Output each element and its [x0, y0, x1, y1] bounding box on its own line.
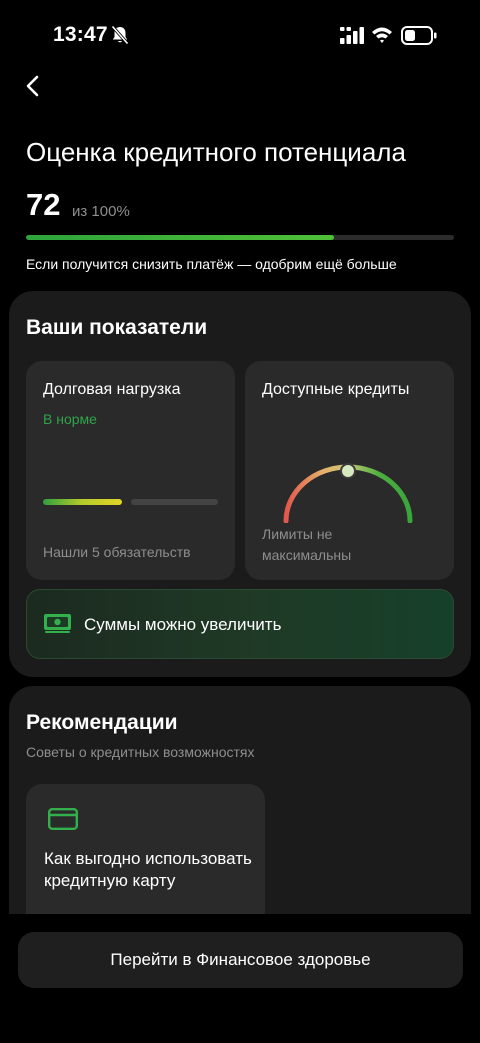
- debt-load-title: Долговая нагрузка: [43, 381, 181, 398]
- status-bar: 13:47: [0, 0, 480, 70]
- status-time: 13:47: [53, 23, 108, 46]
- bell-off-icon: [111, 25, 129, 45]
- battery-icon: [401, 26, 437, 45]
- back-button[interactable]: [18, 70, 48, 102]
- screen: 13:47 Оценка кредитного потенциала 72 из…: [0, 0, 480, 1043]
- recommendations-title: Рекомендации: [26, 711, 178, 734]
- credit-card-icon: [48, 808, 78, 830]
- increase-amounts-banner[interactable]: Суммы можно увеличить: [26, 589, 454, 659]
- financial-health-button[interactable]: Перейти в Финансовое здоровье: [18, 932, 463, 988]
- wifi-icon: [372, 27, 392, 43]
- available-credits-title: Доступные кредиты: [262, 381, 410, 398]
- debt-load-tile[interactable]: Долговая нагрузка В норме Нашли 5 обязат…: [26, 361, 235, 580]
- debt-load-footnote: Нашли 5 обязательств: [43, 544, 191, 560]
- recommendations-card: Рекомендации Советы о кредитных возможно…: [9, 686, 471, 946]
- hint-text: Если получится снизить платёж — одобрим …: [26, 256, 397, 272]
- available-credits-footnote: Лимиты не максимальны: [262, 526, 352, 563]
- debt-load-status: В норме: [43, 411, 97, 427]
- gauge-marker: [340, 463, 356, 479]
- score-progress-fill: [26, 235, 335, 240]
- banknote-icon: [44, 614, 71, 633]
- page-title: Оценка кредитного потенциала: [26, 137, 406, 167]
- chevron-left-icon: [26, 75, 39, 97]
- indicators-title: Ваши показатели: [26, 316, 208, 339]
- available-credits-tile[interactable]: Доступные кредиты Лимиты не максимальны: [245, 361, 454, 580]
- score-progress-bar: [26, 235, 454, 240]
- score-total: из 100%: [72, 203, 130, 220]
- debt-load-bar-fill: [43, 499, 122, 505]
- score-value: 72: [26, 187, 61, 222]
- credit-gauge: [283, 463, 413, 523]
- indicators-card: Ваши показатели Долговая нагрузка В норм…: [9, 291, 471, 677]
- increase-amounts-text: Суммы можно увеличить: [84, 615, 282, 634]
- recommendations-subtitle: Советы о кредитных возможностях: [26, 744, 255, 760]
- debt-load-bar: [43, 499, 218, 505]
- signal-icon: [340, 27, 364, 44]
- debt-load-bar-empty: [131, 499, 218, 505]
- recommendation-text: Как выгодно использовать кредитную карту: [44, 849, 252, 890]
